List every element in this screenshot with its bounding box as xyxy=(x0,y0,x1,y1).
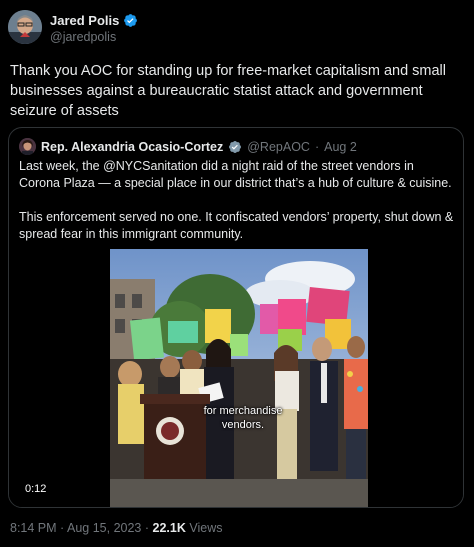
quoted-author-avatar[interactable] xyxy=(19,138,36,155)
video-timecode: 0:12 xyxy=(21,482,51,496)
video-caption-line-2: vendors. xyxy=(221,419,265,431)
video-caption-line-1: for merchandise xyxy=(203,405,283,417)
author-name-row[interactable]: Jared Polis xyxy=(50,13,138,28)
author-name[interactable]: Jared Polis xyxy=(50,13,119,28)
quoted-author-name[interactable]: Rep. Alexandria Ocasio-Cortez xyxy=(41,140,223,154)
footer-separator-1: · xyxy=(60,521,65,535)
quoted-author-avatar-image xyxy=(19,138,36,155)
verified-badge-icon xyxy=(124,14,138,27)
views-count: 22.1K xyxy=(152,521,186,535)
quoted-separator: · xyxy=(314,139,320,154)
views-label: Views xyxy=(189,521,223,535)
tweet-time[interactable]: 8:14 PM xyxy=(10,521,57,535)
quoted-author-handle[interactable]: @RepAOC xyxy=(247,140,310,154)
quoted-date[interactable]: Aug 2 xyxy=(324,140,357,154)
quoted-tweet-text: Last week, the @NYCSanitation did a nigh… xyxy=(19,158,455,243)
tweet-text: Thank you AOC for standing up for free-m… xyxy=(10,63,446,119)
author-avatar[interactable] xyxy=(8,10,42,44)
quoted-verified-badge-icon xyxy=(229,140,242,153)
quoted-tweet[interactable]: Rep. Alexandria Ocasio-Cortez @RepAOC · … xyxy=(8,127,464,508)
video-frame xyxy=(110,249,368,507)
video-player[interactable]: for merchandise vendors. 0:12 xyxy=(9,249,463,507)
quoted-paragraph-1: Last week, the @NYCSanitation did a nigh… xyxy=(19,159,452,190)
quoted-paragraph-2: This enforcement served no one. It confi… xyxy=(19,210,454,241)
author-handle[interactable]: @jaredpolis xyxy=(50,30,116,44)
video-caption: for merchandise vendors. xyxy=(198,404,288,432)
author-avatar-image xyxy=(8,10,42,44)
footer-separator-2: · xyxy=(144,521,150,535)
quoted-tweet-header: Rep. Alexandria Ocasio-Cortez @RepAOC · … xyxy=(19,138,357,155)
tweet-metadata: 8:14 PM · Aug 15, 2023 · 22.1K Views xyxy=(10,521,223,535)
tweet-date[interactable]: Aug 15, 2023 xyxy=(67,521,141,535)
